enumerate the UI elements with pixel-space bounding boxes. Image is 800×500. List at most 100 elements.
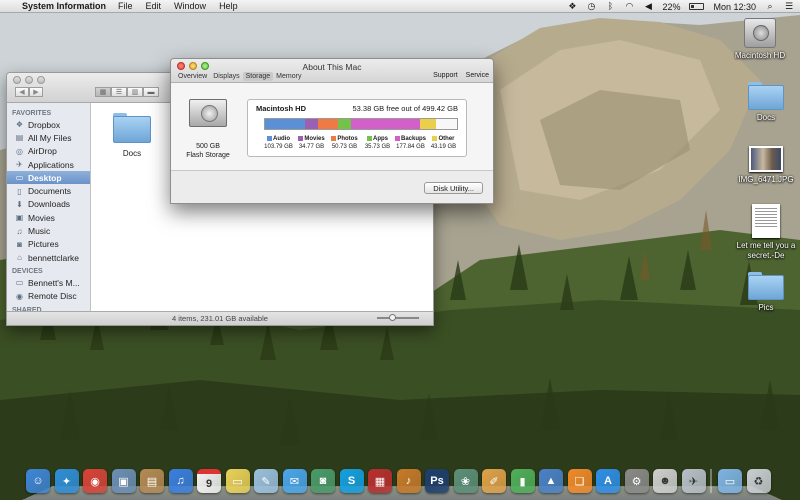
sidebar-item-desktop[interactable]: ▭ Desktop — [7, 171, 90, 185]
sidebar-item-pictures[interactable]: ◙ Pictures — [7, 238, 90, 251]
dock-numbers-icon[interactable]: ▮ — [510, 469, 535, 493]
finder-item-docs[interactable]: Docs — [110, 113, 154, 158]
dock-pages-icon[interactable]: ✐ — [482, 469, 506, 493]
legend-label: Photos — [337, 136, 358, 142]
disk-capacity: 500 GB — [196, 143, 220, 150]
folder-icon — [748, 82, 784, 110]
dock-garageband-icon[interactable]: ♪ — [396, 469, 421, 493]
legend-swatch — [432, 136, 438, 141]
sidebar-item-movies[interactable]: ▣ Movies — [7, 211, 90, 224]
menu-app-name[interactable]: System Information — [22, 1, 106, 11]
sidebar-item-all-my-files[interactable]: ▤ All My Files — [7, 131, 90, 144]
spotlight-search-icon[interactable]: ⌕ — [765, 2, 775, 11]
icon-size-slider[interactable] — [377, 314, 419, 321]
dock-system-preferences-icon[interactable]: ⚙ — [624, 469, 649, 493]
storage-summary: Macintosh HD 53.38 GB free out of 499.42… — [247, 99, 467, 157]
forward-button[interactable]: ▶ — [29, 87, 43, 97]
legend-swatch — [331, 136, 337, 141]
remote-disc-icon: ◉ — [16, 291, 23, 301]
navigation-buttons: ◀ ▶ — [15, 87, 43, 97]
dock-skype-icon[interactable]: S — [339, 469, 364, 493]
legend-item-apps: Apps 35.73 GB — [361, 135, 394, 151]
dock-automator-icon[interactable]: ☻ — [653, 469, 677, 493]
dock-itunes-icon[interactable]: ♫ — [168, 469, 193, 493]
sidebar-item-home[interactable]: ⌂ bennettclarke — [7, 251, 90, 264]
menu-help[interactable]: Help — [219, 1, 238, 11]
dock-stickies-icon[interactable]: ▭ — [225, 469, 250, 493]
legend-swatch — [394, 136, 400, 141]
tab-displays[interactable]: Displays — [210, 72, 242, 81]
storage-segment-other — [419, 119, 437, 129]
notification-center-icon[interactable]: ☰ — [784, 2, 794, 11]
volume-icon[interactable]: ◀ — [643, 2, 653, 11]
window-controls — [13, 76, 45, 84]
dock-keynote-icon[interactable]: ▲ — [539, 469, 563, 493]
legend-label: Other — [438, 136, 455, 142]
menu-window[interactable]: Window — [174, 1, 206, 11]
dock-calendar-icon[interactable]: 9 — [197, 469, 221, 493]
dock-facetime-icon[interactable]: ◙ — [311, 469, 335, 493]
legend-item-backups: Backups 177.84 GB — [394, 135, 427, 151]
wifi-icon[interactable]: ◠ — [624, 2, 634, 11]
desktop-icon-img-6471[interactable]: IMG_6471.JPG — [731, 146, 800, 185]
desktop-icon-macintosh-hd[interactable]: Macintosh HD — [725, 18, 795, 61]
sidebar-item-applications[interactable]: ✈ Applications — [7, 158, 90, 171]
dock-iphoto-icon[interactable]: ❀ — [453, 469, 478, 493]
tab-memory[interactable]: Memory — [273, 72, 304, 81]
sidebar-item-dropbox[interactable]: ❖ Dropbox — [7, 118, 90, 131]
dropbox-status-icon[interactable]: ❖ — [567, 2, 577, 11]
desktop-icon-secret-document[interactable]: Let me tell you a secret.-De — [731, 204, 800, 261]
sidebar-item-documents[interactable]: ▯ Documents — [7, 184, 90, 197]
menu-file[interactable]: File — [118, 1, 133, 11]
sidebar-item-computer[interactable]: ▭ Bennett's M... — [7, 276, 90, 289]
dock-photoshop-icon[interactable]: Ps — [425, 469, 449, 493]
battery-percent[interactable]: 22% — [662, 2, 680, 12]
dock-separator — [710, 469, 712, 493]
tab-overview[interactable]: Overview — [175, 72, 210, 81]
folder-icon — [113, 113, 151, 143]
dock-ibooks-icon[interactable]: ❑ — [567, 469, 592, 493]
close-button[interactable] — [13, 76, 21, 84]
icon-view-button[interactable]: ▦ — [95, 87, 111, 97]
tab-service[interactable]: Service — [466, 72, 489, 79]
dock-preview-icon[interactable]: ▣ — [111, 469, 136, 493]
about-right-tabs: Support Service — [433, 72, 489, 79]
sidebar-item-remote-disc[interactable]: ◉ Remote Disc — [7, 290, 90, 303]
hard-drive-icon — [189, 99, 227, 127]
cover-flow-button[interactable]: ▬ — [143, 87, 159, 97]
dock-finder-icon[interactable]: ☺ — [26, 469, 50, 493]
zoom-button[interactable] — [37, 76, 45, 84]
dock-trash-icon[interactable]: ♻ — [746, 469, 771, 493]
dock-safari-icon[interactable]: ✦ — [54, 469, 79, 493]
slider-knob[interactable] — [389, 314, 396, 321]
dock-applications-folder-icon[interactable]: ▭ — [718, 469, 742, 493]
dock-chrome-icon[interactable]: ◉ — [83, 469, 107, 493]
list-view-button[interactable]: ☰ — [111, 87, 127, 97]
free-space-text: 53.38 GB free out of 499.42 GB — [352, 104, 459, 113]
bluetooth-icon[interactable]: ᛒ — [605, 2, 615, 11]
dock-photo-booth-icon[interactable]: ▦ — [368, 469, 392, 493]
column-view-button[interactable]: ▥ — [127, 87, 143, 97]
desktop-icon-docs[interactable]: Docs — [731, 82, 800, 123]
sidebar-item-music[interactable]: ♫ Music — [7, 224, 90, 237]
back-button[interactable]: ◀ — [15, 87, 29, 97]
sidebar-item-airdrop[interactable]: ◎ AirDrop — [7, 145, 90, 158]
desktop-icon-pics[interactable]: Pics — [731, 272, 800, 313]
tab-support[interactable]: Support — [433, 72, 458, 79]
dock-launchpad-icon[interactable]: ✈ — [681, 469, 706, 493]
dock-app-store-icon[interactable]: A — [596, 469, 620, 493]
dock-contacts-icon[interactable]: ▤ — [140, 469, 164, 493]
menu-edit[interactable]: Edit — [146, 1, 162, 11]
battery-icon[interactable] — [689, 3, 705, 10]
dock-textedit-icon[interactable]: ✎ — [254, 469, 278, 493]
tab-storage[interactable]: Storage — [242, 72, 274, 81]
disk-utility-button[interactable]: Disk Utility... — [424, 182, 483, 194]
time-machine-icon[interactable]: ◷ — [586, 2, 596, 11]
about-this-mac-window: About This Mac Overview Displays Storage… — [170, 58, 494, 204]
sidebar-item-downloads[interactable]: ⬇ Downloads — [7, 198, 90, 211]
music-icon: ♫ — [16, 226, 23, 236]
menubar-clock[interactable]: Mon 12:30 — [713, 2, 756, 12]
storage-usage-bar — [264, 118, 458, 130]
minimize-button[interactable] — [25, 76, 33, 84]
dock-messages-icon[interactable]: ✉ — [282, 469, 307, 493]
